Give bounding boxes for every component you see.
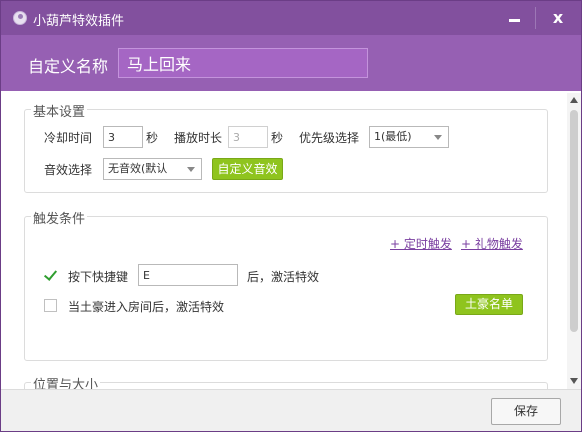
- hotkey-input[interactable]: [138, 264, 238, 286]
- priority-label: 优先级选择: [299, 131, 360, 145]
- window-title: 小葫芦特效插件: [33, 14, 125, 29]
- custom-name-label: 自定义名称: [28, 57, 109, 76]
- tycoon-list-button[interactable]: 土豪名单: [455, 294, 523, 315]
- sound-value: 无音效(默认: [108, 162, 168, 175]
- custom-name-input[interactable]: [118, 48, 368, 78]
- cooldown-unit: 秒: [146, 131, 159, 145]
- cooldown-label: 冷却时间: [44, 131, 93, 145]
- hotkey-suffix: 后，激活特效: [247, 270, 320, 284]
- minimize-button[interactable]: [491, 1, 537, 35]
- duration-unit: 秒: [271, 131, 284, 145]
- duration-input[interactable]: [228, 126, 268, 148]
- duration-label: 播放时长: [174, 131, 223, 145]
- sound-label: 音效选择: [44, 163, 93, 177]
- tycoon-label: 当土豪进入房间后，激活特效: [68, 300, 225, 314]
- save-button[interactable]: 保存: [491, 398, 561, 425]
- footer-bar: 保存: [1, 389, 581, 431]
- position-size-group: 位置与大小: [24, 374, 548, 389]
- app-logo-icon: [13, 11, 27, 25]
- scroll-down-icon[interactable]: [570, 378, 578, 384]
- name-header: 自定义名称: [1, 35, 581, 91]
- priority-value: 1(最低): [374, 130, 412, 143]
- hotkey-label: 按下快捷键: [68, 270, 129, 284]
- position-size-title: 位置与大小: [31, 374, 101, 389]
- vertical-scrollbar[interactable]: [567, 93, 581, 389]
- title-bar[interactable]: 小葫芦特效插件 x: [1, 1, 581, 35]
- chevron-down-icon: [187, 167, 195, 172]
- basic-settings-group: 基本设置 冷却时间 秒 播放时长 秒 优先级选择 1(最低) 音效选择 无音效(…: [24, 101, 548, 193]
- close-button[interactable]: x: [535, 1, 581, 35]
- chevron-down-icon: [434, 135, 442, 140]
- custom-sound-button[interactable]: 自定义音效: [212, 158, 283, 180]
- hotkey-checkbox[interactable]: [44, 269, 57, 282]
- settings-panel: 基本设置 冷却时间 秒 播放时长 秒 优先级选择 1(最低) 音效选择 无音效(…: [1, 91, 567, 389]
- trigger-conditions-title: 触发条件: [31, 208, 88, 227]
- cooldown-input[interactable]: [103, 126, 143, 148]
- scrollbar-thumb[interactable]: [570, 110, 578, 332]
- scroll-up-icon[interactable]: [570, 97, 578, 103]
- trigger-conditions-group: 触发条件 + 定时触发 + 礼物触发 按下快捷键 后，激活特效 当土豪进入房间后…: [24, 208, 548, 361]
- sound-select[interactable]: 无音效(默认: [103, 158, 202, 180]
- gift-trigger-link[interactable]: + 礼物触发: [461, 235, 523, 252]
- tycoon-checkbox[interactable]: [44, 299, 57, 312]
- plugin-window: 小葫芦特效插件 x 自定义名称 基本设置 冷却时间 秒 播放时长 秒 优先级选择…: [0, 0, 582, 432]
- priority-select[interactable]: 1(最低): [369, 126, 449, 148]
- timed-trigger-link[interactable]: + 定时触发: [390, 235, 452, 252]
- minimize-icon: [508, 18, 520, 22]
- basic-settings-title: 基本设置: [31, 101, 88, 120]
